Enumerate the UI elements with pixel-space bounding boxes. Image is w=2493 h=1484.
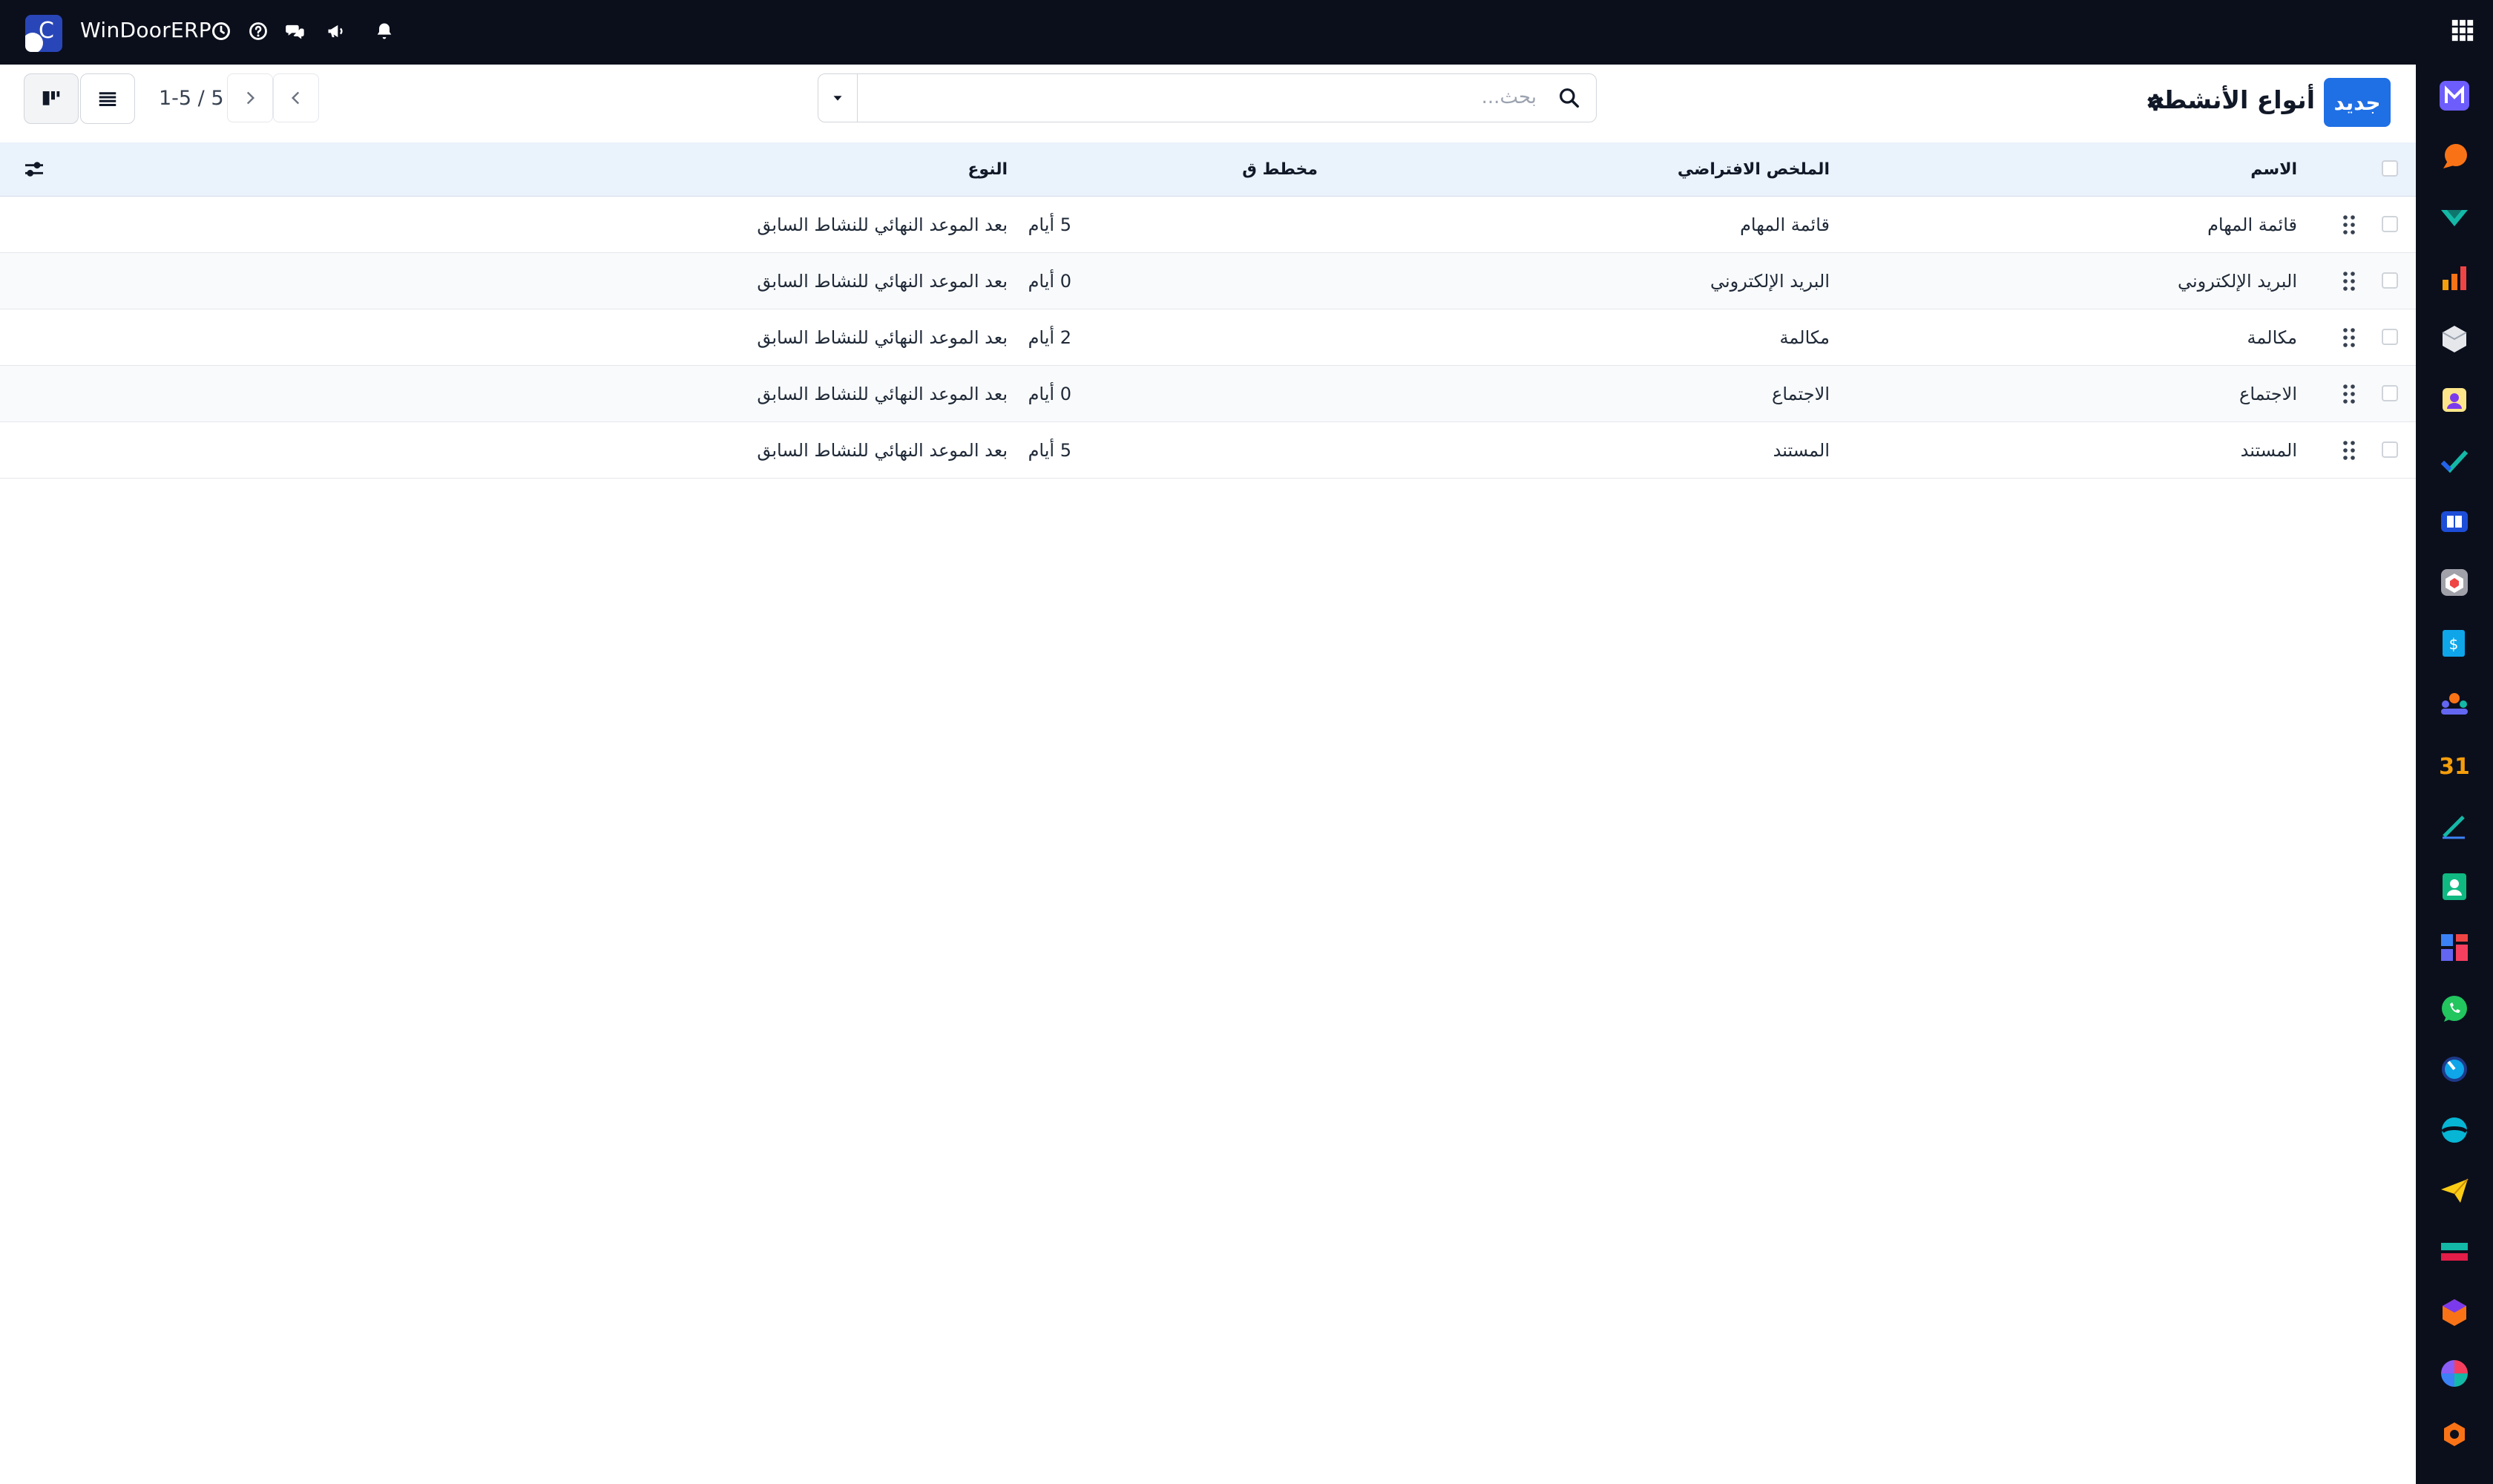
- kanban-view-button[interactable]: [24, 73, 79, 124]
- employees-icon[interactable]: [2437, 382, 2472, 418]
- table-row[interactable]: مكالمة مكالمة 2 أيام بعد الموعد النهائي …: [0, 309, 2416, 366]
- table-header: الاسم الملخص الافتراضي مخطط ق النوع: [0, 142, 2416, 197]
- apps-grid-icon[interactable]: [2450, 18, 2475, 45]
- column-header-default-summary[interactable]: الملخص الافتراضي: [1678, 142, 1830, 196]
- calendar-icon[interactable]: 31: [2437, 747, 2472, 783]
- studio-icon[interactable]: [2437, 1295, 2472, 1330]
- cell-type: بعد الموعد النهائي للنشاط السابق: [757, 383, 1008, 404]
- drag-handle-icon[interactable]: [2342, 384, 2356, 404]
- mail-icon[interactable]: [2437, 78, 2472, 114]
- table-row[interactable]: البريد الإلكتروني البريد الإلكتروني 0 أي…: [0, 253, 2416, 309]
- cell-type: بعد الموعد النهائي للنشاط السابق: [757, 439, 1008, 461]
- appraisal-icon[interactable]: [2437, 869, 2472, 904]
- app-title[interactable]: WinDoorERP: [80, 18, 211, 42]
- control-panel: جديد أنواع الأنشطة بحث... 1-5 / 5: [0, 65, 2416, 143]
- cell-planned-in: 5 أيام: [1028, 439, 1071, 461]
- cell-default-summary: البريد الإلكتروني: [1709, 270, 1830, 292]
- page-title[interactable]: أنواع الأنشطة: [2149, 85, 2315, 114]
- knowledge-icon[interactable]: [2437, 504, 2472, 539]
- search-bar[interactable]: بحث...: [818, 73, 1597, 122]
- column-header-planned-in[interactable]: مخطط ق: [1242, 142, 1318, 196]
- cell-type: بعد الموعد النهائي للنشاط السابق: [757, 214, 1008, 235]
- bell-icon[interactable]: [372, 18, 397, 45]
- cell-name: قائمة المهام: [2207, 214, 2297, 235]
- documents-icon[interactable]: [2437, 1356, 2472, 1391]
- new-button[interactable]: جديد: [2324, 78, 2391, 127]
- svg-text:$: $: [2449, 635, 2459, 653]
- dashboard-icon[interactable]: [2437, 930, 2472, 965]
- activity-types-table: الاسم الملخص الافتراضي مخطط ق النوع قائم…: [0, 142, 2416, 479]
- caret-down-icon: [833, 96, 842, 101]
- cell-planned-in: 0 أيام: [1028, 383, 1071, 404]
- search-options-toggle[interactable]: [818, 74, 858, 122]
- cell-name: الاجتماع: [2239, 383, 2297, 404]
- accounting-icon[interactable]: $: [2437, 626, 2472, 661]
- cell-planned-in: 5 أيام: [1028, 214, 1071, 235]
- chevron-right-icon: [246, 91, 255, 105]
- project-icon[interactable]: [2437, 443, 2472, 479]
- list-icon: [99, 92, 116, 106]
- cell-name: مكالمة: [2247, 326, 2297, 348]
- drag-handle-icon[interactable]: [2342, 440, 2356, 461]
- pager-next-button[interactable]: [227, 73, 273, 122]
- megaphone-icon[interactable]: [323, 18, 349, 45]
- drag-handle-icon[interactable]: [2342, 271, 2356, 292]
- helpdesk-icon[interactable]: [2437, 1112, 2472, 1148]
- table-row[interactable]: قائمة المهام قائمة المهام 5 أيام بعد الم…: [0, 197, 2416, 253]
- cell-default-summary: المستند: [1773, 439, 1830, 461]
- cell-planned-in: 2 أيام: [1028, 326, 1071, 348]
- pager-previous-button[interactable]: [273, 73, 319, 122]
- crm-icon[interactable]: [2437, 200, 2472, 235]
- contacts-icon[interactable]: [2437, 686, 2472, 722]
- row-checkbox[interactable]: [2382, 328, 2398, 345]
- whatsapp-icon[interactable]: [2437, 991, 2472, 1026]
- kanban-icon: [42, 91, 60, 105]
- row-checkbox[interactable]: [2382, 441, 2398, 458]
- apps-sidebar: $ 31: [2416, 65, 2493, 1484]
- search-icon[interactable]: [1557, 86, 1581, 110]
- planning-icon[interactable]: [2437, 1051, 2472, 1087]
- search-input[interactable]: بحث...: [1482, 86, 1537, 108]
- cell-name: المستند: [2240, 439, 2297, 461]
- drag-handle-icon[interactable]: [2342, 214, 2356, 235]
- cell-default-summary: قائمة المهام: [1740, 214, 1830, 235]
- chevron-left-icon: [291, 91, 300, 105]
- cell-name: البريد الإلكتروني: [2177, 270, 2297, 292]
- gear-icon[interactable]: [2144, 91, 2167, 114]
- sales-icon[interactable]: [2437, 260, 2472, 296]
- table-row[interactable]: الاجتماع الاجتماع 0 أيام بعد الموعد النه…: [0, 366, 2416, 422]
- help-icon[interactable]: [246, 18, 271, 45]
- cell-type: بعد الموعد النهائي للنشاط السابق: [757, 270, 1008, 292]
- row-checkbox[interactable]: [2382, 384, 2398, 401]
- column-header-name[interactable]: الاسم: [2250, 142, 2297, 196]
- select-all-checkbox[interactable]: [2382, 160, 2398, 177]
- inventory-icon[interactable]: [2437, 321, 2472, 357]
- row-checkbox[interactable]: [2382, 215, 2398, 232]
- cell-type: بعد الموعد النهائي للنشاط السابق: [757, 326, 1008, 348]
- email-marketing-icon[interactable]: [2437, 1173, 2472, 1209]
- row-checkbox[interactable]: [2382, 272, 2398, 289]
- optional-columns-icon[interactable]: [22, 157, 46, 181]
- clock-icon[interactable]: [208, 18, 234, 45]
- cell-default-summary: مكالمة: [1779, 326, 1830, 348]
- column-header-type[interactable]: النوع: [968, 142, 1008, 196]
- cell-planned-in: 0 أيام: [1028, 270, 1071, 292]
- list-view-button[interactable]: [80, 73, 135, 124]
- spreadsheet-icon[interactable]: [2437, 1234, 2472, 1270]
- cell-default-summary: الاجتماع: [1772, 383, 1830, 404]
- top-navbar: C WinDoorERP: [0, 0, 2493, 65]
- sign-icon[interactable]: [2437, 808, 2472, 844]
- pager-value[interactable]: 1-5 / 5: [159, 87, 224, 110]
- discuss-icon[interactable]: [2437, 139, 2472, 174]
- website-icon[interactable]: [2437, 565, 2472, 600]
- drag-handle-icon[interactable]: [2342, 327, 2356, 348]
- chat-icon[interactable]: [283, 18, 308, 45]
- table-row[interactable]: المستند المستند 5 أيام بعد الموعد النهائ…: [0, 422, 2416, 479]
- settings-icon[interactable]: [2437, 1416, 2472, 1452]
- svg-text:31: 31: [2439, 754, 2470, 780]
- company-logo[interactable]: C: [25, 15, 62, 52]
